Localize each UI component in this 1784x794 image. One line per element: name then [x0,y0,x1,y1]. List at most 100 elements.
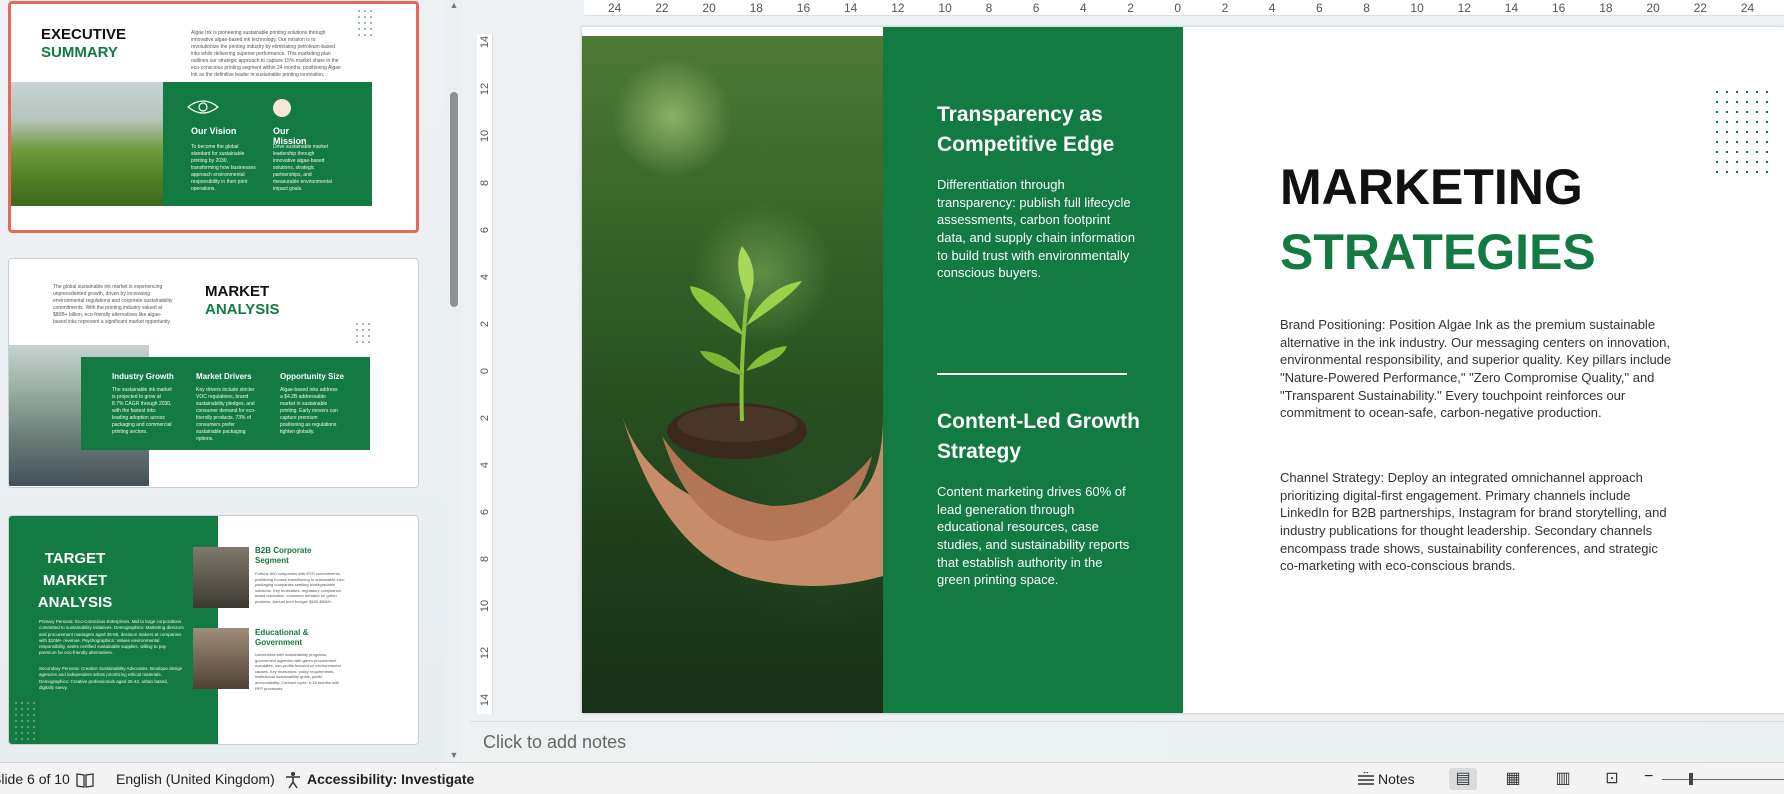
decorative-dot-grid [1712,87,1774,179]
scroll-down-arrow-icon[interactable]: ▼ [448,750,460,762]
thumb-title-dark: EXECUTIVE [41,26,127,43]
seedling-in-hands-image [582,36,883,713]
thumb-title: TARGET MARKET ANALYSIS [35,548,115,613]
ruler-tick-label: 8 [985,1,993,15]
ruler-tick-label: 0 [1174,1,1182,15]
slide-show-view-icon[interactable]: ⊡ [1598,768,1626,790]
thumb-title: EXECUTIVE SUMMARY [41,26,126,62]
ruler-tick-label: 8 [479,555,491,563]
thumb-col1-text: The sustainable ink market is projected … [112,387,172,435]
ruler-tick-label: 14 [844,1,858,15]
ruler-tick-label: 16 [1552,1,1566,15]
thumb-dot-pattern [356,8,374,38]
section2-text[interactable]: Content marketing drives 60% of lead gen… [937,483,1137,589]
thumb-title-line1: TARGET [44,550,106,567]
ruler-tick-label: 6 [479,508,491,516]
ruler-tick-label: 14 [1504,1,1519,15]
vertical-ruler: 14 12 10 8 6 4 2 0 2 4 6 8 10 12 14 [477,34,493,714]
notes-pane[interactable]: Click to add notes [470,721,1784,762]
ruler-tick-label: 24 [1740,1,1755,15]
zoom-slider-track[interactable] [1662,779,1784,780]
ruler-tick-label: 2 [1221,1,1229,15]
section1-text[interactable]: Differentiation through transparency: pu… [937,176,1137,282]
thumb-mission-label: Our Mission [273,126,307,146]
section1-heading[interactable]: Transparency as Competitive Edge [937,100,1157,160]
thumb-seg1-text: Fortune 500 companies with ESG commitmen… [255,571,345,604]
ruler-tick-label: 10 [479,599,491,613]
scroll-up-arrow-icon[interactable]: ▲ [448,0,460,12]
thumb-greenhouse-image [11,82,163,206]
normal-view-icon[interactable]: ▤ [1449,768,1477,790]
ruler-tick-label: 10 [479,129,491,143]
slide-canvas[interactable]: Transparency as Competitive Edge Differe… [582,27,1784,713]
thumb-seg2-label: Educational & Government [255,628,309,647]
ruler-tick-label: 22 [655,1,669,15]
ruler-tick-label: 18 [749,1,763,15]
ruler-tick-label: 12 [479,82,491,96]
thumb-intro-text: The global sustainable ink market is exp… [53,284,173,325]
status-bar: Slide 6 of 10 English (United Kingdom) A… [0,762,1784,794]
thumb-vision-text: To become the global standard for sustai… [191,144,256,192]
ruler-tick-label: 0 [479,367,491,375]
ruler-tick-label: 12 [891,1,905,15]
thumb-classroom-image [193,628,249,689]
scrollbar-thumb[interactable] [450,92,458,307]
ruler-tick-label: 6 [479,226,491,234]
slide-title-line1[interactable]: MARKETING [1280,162,1583,212]
book-icon[interactable] [76,772,94,788]
ruler-tick-label: 14 [479,35,491,49]
notes-placeholder[interactable]: Click to add notes [483,732,626,753]
language-indicator[interactable]: English (United Kingdom) [116,771,275,787]
thumb-col1-label: Industry Growth [112,372,174,381]
accessibility-status[interactable]: Accessibility: Investigate [307,771,474,787]
zoom-slider-handle[interactable] [1689,773,1693,785]
mission-circle-icon [273,99,291,117]
brand-positioning-paragraph[interactable]: Brand Positioning: Position Algae Ink as… [1280,316,1675,422]
thumb-seg2-text: Universities with sustainability program… [255,652,341,691]
thumb-title-green: SUMMARY [41,44,118,61]
channel-strategy-paragraph[interactable]: Channel Strategy: Deploy an integrated o… [1280,469,1675,575]
thumb-col2-text: Key drivers include stricter VOC regulat… [196,387,256,442]
thumbnail-scrollbar[interactable]: ▲ ▼ [446,0,462,762]
section2-heading[interactable]: Content-Led Growth Strategy [937,407,1157,467]
notes-icon[interactable] [1356,772,1376,788]
thumb-title: MARKET ANALYSIS [205,283,279,319]
ruler-tick-label: 14 [479,693,491,707]
ruler-tick-label: 22 [1693,1,1707,15]
thumb-dot-pattern [13,700,35,740]
thumb-col3-text: Algae-based inks address a $4.2B address… [280,387,338,435]
reading-view-icon[interactable]: ▥ [1549,768,1577,790]
slide-thumbnail-target-market[interactable]: TARGET MARKET ANALYSIS Primary Persona: … [8,515,419,745]
thumb-primary-persona-text: Primary Persona: Eco-Conscious Enterpris… [39,619,184,656]
slide-title-line2[interactable]: STRATEGIES [1280,227,1596,277]
accessibility-icon[interactable] [284,771,302,789]
slide-thumbnail-panel[interactable]: EXECUTIVE SUMMARY Algae Ink is pioneerin… [0,0,446,762]
ruler-tick-label: 2 [479,320,491,328]
eye-leaf-icon [187,100,219,114]
notes-toggle-label[interactable]: Notes [1378,771,1415,787]
ruler-tick-label: 12 [1457,1,1471,15]
zoom-out-icon[interactable]: − [1644,768,1653,786]
ruler-tick-label: 8 [1363,1,1370,15]
ruler-tick-label: 12 [479,646,491,660]
ruler-tick-label: 4 [479,273,491,281]
ruler-tick-label: 10 [938,1,952,15]
ruler-tick-label: 6 [1316,1,1323,15]
ruler-tick-label: 24 [608,1,622,15]
thumb-col2-label: Market Drivers [196,372,252,381]
thumb-title-dark: MARKET [205,283,270,300]
thumb-mission-text: Drive sustainable market leadership thro… [273,144,332,192]
section-divider [937,373,1127,375]
ruler-tick-label: 20 [1646,1,1660,15]
slide-thumbnail-executive-summary[interactable]: EXECUTIVE SUMMARY Algae Ink is pioneerin… [8,1,419,233]
slide-thumbnail-market-analysis[interactable]: The global sustainable ink market is exp… [8,258,419,488]
horizontal-ruler: 24 22 20 18 16 14 12 10 8 6 4 2 0 2 4 6 8 10 12 14 16 18 20 22 2… [584,0,1784,16]
seedling-illustration [622,246,883,586]
ruler-tick-label: 16 [796,1,811,15]
thumb-col3-label: Opportunity Size [280,372,344,381]
ruler-tick-label: 8 [479,179,491,187]
thumb-intro-text: Algae Ink is pioneering sustainable prin… [191,30,341,78]
slide-sorter-view-icon[interactable]: ▦ [1499,768,1527,790]
thumb-vision-label: Our Vision [191,126,237,136]
ruler-tick-label: 10 [1410,1,1424,15]
